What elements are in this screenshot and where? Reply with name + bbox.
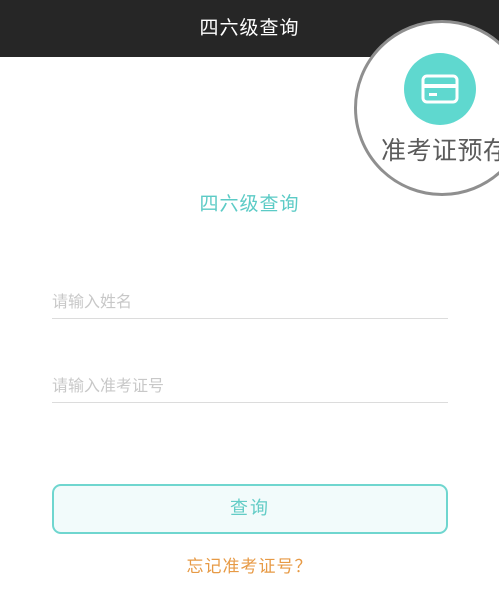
query-button[interactable]: 查询	[52, 484, 448, 534]
name-input[interactable]	[52, 284, 448, 319]
card-icon-circle	[404, 53, 476, 125]
forgot-ticket-number-link[interactable]: 忘记准考证号？	[0, 552, 499, 577]
form-heading: 四六级查询	[199, 193, 300, 215]
app-screen: 四六级查询 准考证预存 四六级查询 查询 忘记准考证号？	[0, 0, 499, 596]
card-icon	[421, 74, 459, 104]
ticket-presave-label: 准考证预存	[381, 136, 499, 165]
ticket-number-input[interactable]	[52, 368, 448, 403]
